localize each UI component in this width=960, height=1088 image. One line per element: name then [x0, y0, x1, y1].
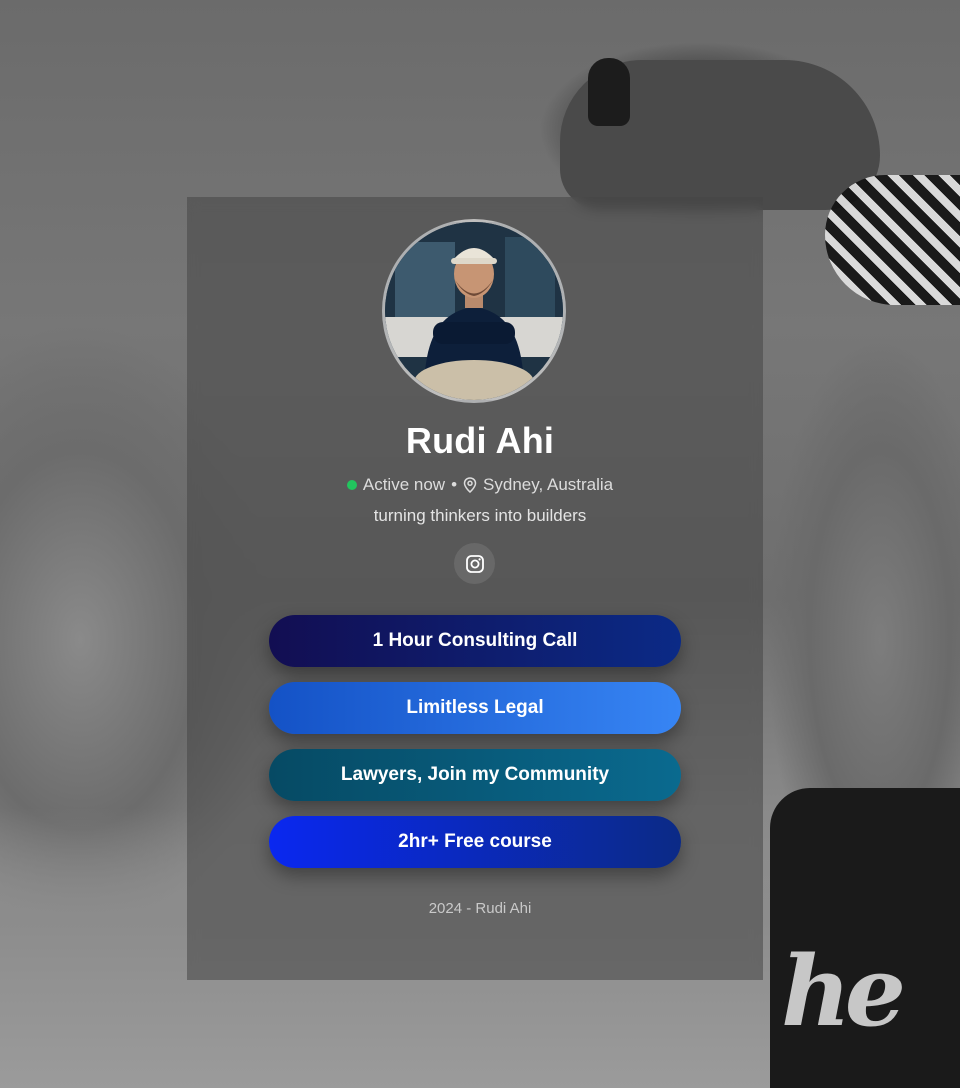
meta-separator: •: [451, 475, 458, 494]
profile-bio: turning thinkers into builders: [373, 506, 587, 525]
page: he Rudi Ahi Active now • Sydney, Austral…: [0, 0, 960, 1088]
profile-name: Rudi Ahi: [405, 420, 555, 461]
background-camel-ear: [588, 58, 630, 126]
lawyers-community-button[interactable]: Lawyers, Join my Community: [269, 749, 681, 801]
active-status-dot: [346, 480, 357, 490]
location-label: Sydney, Australia: [483, 475, 614, 494]
footer-text: 2024 - Rudi Ahi: [428, 900, 532, 917]
profile-meta: Active now • Sydney, Australia: [0, 475, 960, 495]
background-shorts-graphic: he: [781, 935, 906, 1048]
free-course-button[interactable]: 2hr+ Free course: [269, 816, 681, 868]
instagram-icon: [465, 554, 484, 573]
avatar: [382, 219, 566, 403]
consulting-call-button[interactable]: 1 Hour Consulting Call: [269, 615, 681, 667]
instagram-button[interactable]: [454, 543, 495, 584]
avatar-portrait: [385, 222, 563, 400]
background-shorts: he: [770, 788, 960, 1088]
location-pin-icon: [463, 477, 477, 493]
active-status-label: Active now: [362, 475, 446, 494]
limitless-legal-button[interactable]: Limitless Legal: [269, 682, 681, 734]
